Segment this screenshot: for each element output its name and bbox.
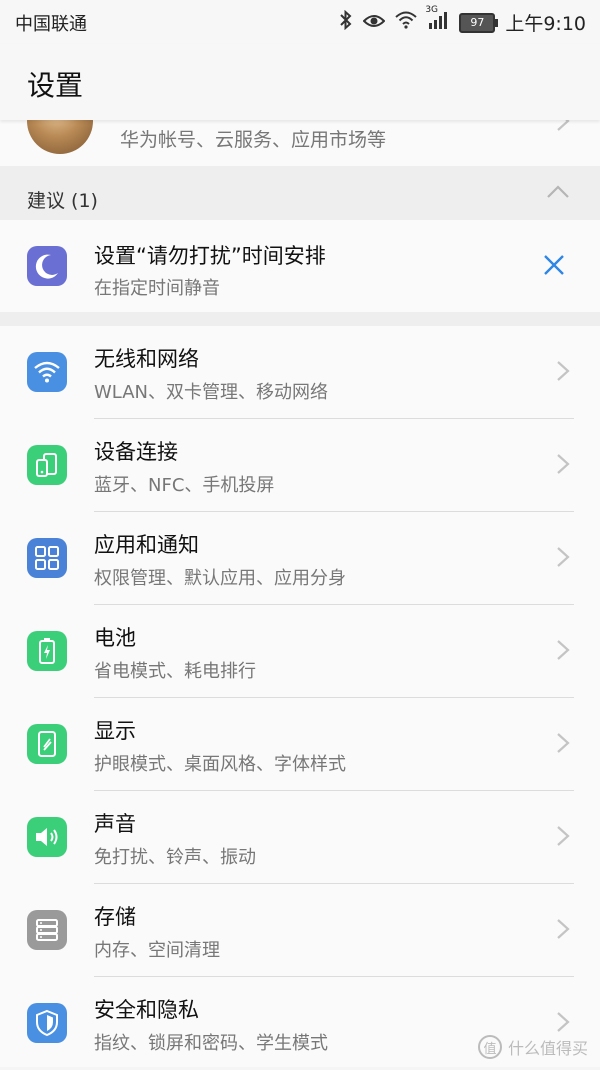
clock: 上午9:10 — [505, 13, 586, 35]
settings-item-title: 存储 — [94, 905, 136, 929]
account-subtitle: 华为帐号、云服务、应用市场等 — [120, 129, 387, 151]
settings-item-subtitle: 免打扰、铃声、振动 — [94, 847, 256, 868]
chevron-right-icon — [556, 546, 570, 572]
chevron-up-icon[interactable] — [546, 184, 570, 203]
chevron-right-icon — [556, 732, 570, 758]
display-icon — [27, 724, 67, 764]
settings-item-title: 应用和通知 — [94, 533, 199, 557]
status-bar: 中国联通 3G 97 上午9:10 — [0, 0, 600, 44]
cellular-signal-icon: 3G — [425, 5, 449, 34]
settings-item-subtitle: 权限管理、默认应用、应用分身 — [94, 568, 346, 589]
settings-item-subtitle: 指纹、锁屏和密码、学生模式 — [94, 1033, 328, 1054]
settings-list: 无线和网络 WLAN、双卡管理、移动网络 设备连接 蓝牙、NFC、手机投屏 应用… — [0, 326, 600, 1067]
settings-item-title: 安全和隐私 — [94, 998, 199, 1022]
chevron-right-icon — [556, 918, 570, 944]
moon-icon — [27, 246, 67, 290]
bluetooth-icon — [339, 9, 353, 35]
settings-item-subtitle: 省电模式、耗电排行 — [94, 661, 256, 682]
settings-item-device-connection[interactable]: 设备连接 蓝牙、NFC、手机投屏 — [0, 419, 600, 512]
settings-item-title: 无线和网络 — [94, 347, 199, 371]
close-icon[interactable] — [542, 253, 566, 281]
device-connect-icon — [27, 445, 67, 485]
battery-icon — [27, 631, 67, 671]
settings-item-title: 声音 — [94, 812, 136, 836]
battery-indicator: 97 — [459, 12, 499, 33]
carrier-label: 中国联通 — [15, 14, 87, 35]
status-icons: 3G 97 上午9:10 — [339, 5, 586, 36]
settings-item-subtitle: 内存、空间清理 — [94, 940, 220, 961]
settings-item-storage[interactable]: 存储 内存、空间清理 — [0, 884, 600, 977]
settings-item-apps-notifications[interactable]: 应用和通知 权限管理、默认应用、应用分身 — [0, 512, 600, 605]
settings-item-title: 显示 — [94, 719, 136, 743]
settings-item-display[interactable]: 显示 护眼模式、桌面风格、字体样式 — [0, 698, 600, 791]
wifi-icon — [27, 352, 67, 392]
suggestion-subtitle: 在指定时间静音 — [94, 278, 220, 299]
suggestion-title: 设置“请勿打扰”时间安排 — [94, 244, 326, 268]
network-type-label: 3G — [425, 5, 439, 15]
settings-item-subtitle: 蓝牙、NFC、手机投屏 — [94, 475, 275, 496]
eye-comfort-icon — [362, 12, 386, 34]
section-divider — [0, 312, 600, 326]
settings-item-wireless[interactable]: 无线和网络 WLAN、双卡管理、移动网络 — [0, 326, 600, 419]
chevron-right-icon — [556, 453, 570, 479]
suggestions-header[interactable]: 建议 (1) — [0, 166, 600, 220]
speaker-icon — [27, 817, 67, 857]
settings-item-subtitle: WLAN、双卡管理、移动网络 — [94, 382, 329, 403]
settings-item-subtitle: 护眼模式、桌面风格、字体样式 — [94, 754, 346, 775]
chevron-right-icon — [556, 360, 570, 386]
settings-item-sound[interactable]: 声音 免打扰、铃声、振动 — [0, 791, 600, 884]
storage-icon — [27, 910, 67, 950]
chevron-right-icon — [556, 639, 570, 665]
watermark-text: 什么值得买 — [507, 1039, 588, 1058]
chevron-right-icon — [556, 1011, 570, 1037]
watermark: 值 什么值得买 — [477, 1035, 588, 1059]
settings-item-title: 设备连接 — [94, 440, 178, 464]
wifi-signal-icon — [395, 11, 417, 34]
suggestions-label: 建议 (1) — [27, 190, 98, 212]
settings-item-title: 电池 — [94, 626, 136, 650]
app-bar: 设置 — [0, 44, 600, 120]
settings-item-battery[interactable]: 电池 省电模式、耗电排行 — [0, 605, 600, 698]
watermark-badge: 值 — [477, 1035, 502, 1059]
chevron-right-icon — [556, 825, 570, 851]
apps-grid-icon — [27, 538, 67, 578]
battery-level: 97 — [470, 16, 485, 29]
suggestion-item[interactable]: 设置“请勿打扰”时间安排 在指定时间静音 — [0, 220, 600, 312]
page-title: 设置 — [27, 69, 84, 102]
shield-icon — [27, 1003, 67, 1043]
